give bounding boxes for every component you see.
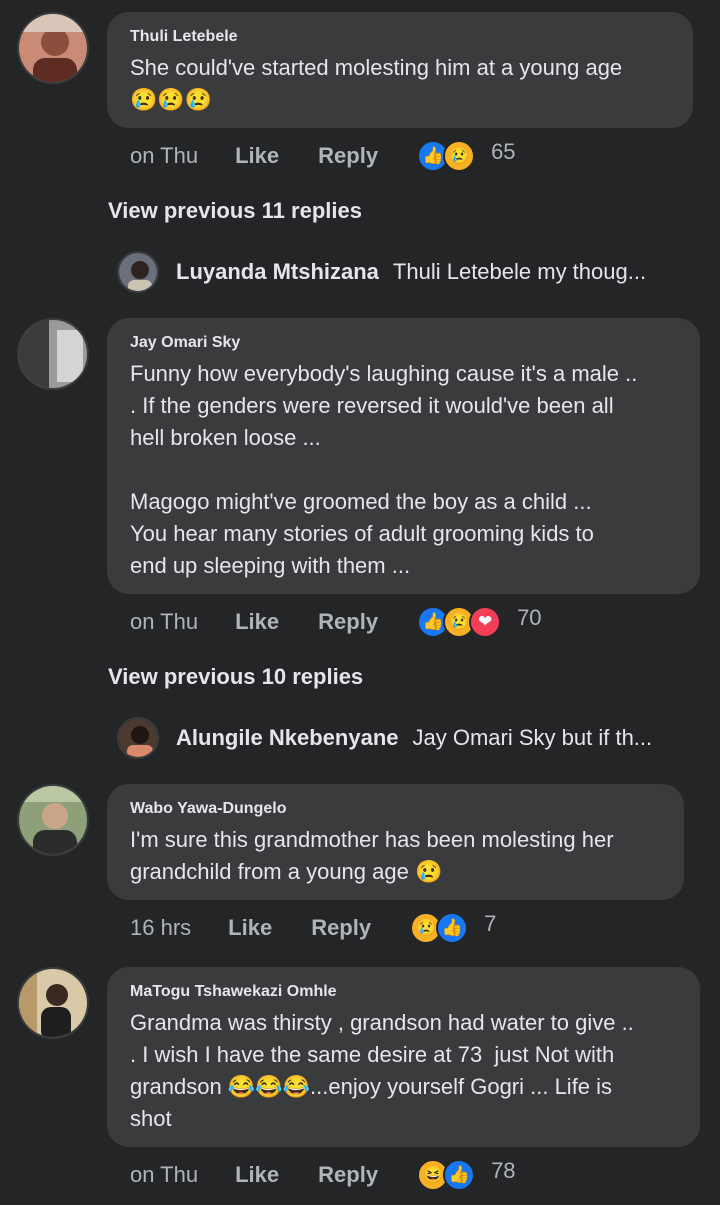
like-button[interactable]: Like xyxy=(235,609,279,635)
reply-button[interactable]: Reply xyxy=(318,1162,378,1188)
comment-author[interactable]: MaTogu Tshawekazi Omhle xyxy=(130,983,678,1001)
like-button[interactable]: Like xyxy=(235,143,279,169)
reaction-count: 7 xyxy=(484,911,497,936)
view-previous-replies[interactable]: View previous 10 replies xyxy=(108,664,363,690)
reactions-summary[interactable]: 😢 👍 xyxy=(410,912,469,944)
like-button[interactable]: Like xyxy=(228,915,272,941)
avatar[interactable] xyxy=(117,717,159,759)
comment-author[interactable]: Jay Omari Sky xyxy=(130,334,678,352)
view-previous-replies[interactable]: View previous 11 replies xyxy=(108,198,362,224)
avatar[interactable] xyxy=(17,967,89,1039)
reactions-summary[interactable]: 👍 😢 xyxy=(417,140,476,172)
reactions-summary[interactable]: 👍 😢 ❤ xyxy=(417,606,502,638)
timestamp[interactable]: on Thu xyxy=(130,143,198,169)
like-reaction-icon: 👍 xyxy=(443,1159,476,1191)
comment-text: She could've started molesting him at a … xyxy=(130,55,623,80)
reply-preview[interactable]: Luyanda Mtshizana Thuli Letebele my thou… xyxy=(117,251,646,293)
reply-author[interactable]: Luyanda Mtshizana xyxy=(176,259,379,285)
avatar[interactable] xyxy=(117,251,159,293)
timestamp[interactable]: 16 hrs xyxy=(130,915,191,941)
comment-author[interactable]: Thuli Letebele xyxy=(130,28,671,46)
reply-text: Thuli Letebele my thoug... xyxy=(392,259,647,284)
comment-text: Grandma was thirsty , grandson had water… xyxy=(130,1010,634,1131)
reply-author[interactable]: Alungile Nkebenyane xyxy=(176,725,399,751)
comment-actions: 16 hrs Like Reply 😢 👍 7 xyxy=(130,908,496,948)
reply-preview[interactable]: Alungile Nkebenyane Jay Omari Sky but if… xyxy=(117,717,652,759)
comment-emoji: 😢😢😢 xyxy=(130,87,213,112)
like-button[interactable]: Like xyxy=(235,1162,279,1188)
sad-reaction-icon: 😢 xyxy=(443,140,476,172)
timestamp[interactable]: on Thu xyxy=(130,1162,198,1188)
reply-button[interactable]: Reply xyxy=(311,915,371,941)
like-reaction-icon: 👍 xyxy=(436,912,469,944)
avatar[interactable] xyxy=(17,318,89,390)
comment-bubble: Jay Omari Sky Funny how everybody's laug… xyxy=(107,318,700,594)
reply-button[interactable]: Reply xyxy=(318,143,378,169)
reaction-count: 70 xyxy=(517,605,542,630)
avatar[interactable] xyxy=(17,12,89,84)
reaction-count: 78 xyxy=(491,1158,516,1183)
comment-actions: on Thu Like Reply 😆 👍 78 xyxy=(130,1155,516,1195)
reply-text: Jay Omari Sky but if th... xyxy=(412,725,653,750)
comment-bubble: MaTogu Tshawekazi Omhle Grandma was thir… xyxy=(107,967,700,1147)
timestamp[interactable]: on Thu xyxy=(130,609,198,635)
comment-bubble: Thuli Letebele She could've started mole… xyxy=(107,12,693,128)
comment-actions: on Thu Like Reply 👍 😢 ❤ 70 xyxy=(130,602,542,642)
avatar[interactable] xyxy=(17,784,89,856)
reply-button[interactable]: Reply xyxy=(318,609,378,635)
reactions-summary[interactable]: 😆 👍 xyxy=(417,1159,476,1191)
comment-text: Funny how everybody's laughing cause it'… xyxy=(130,361,638,578)
comment-text: I'm sure this grandmother has been moles… xyxy=(130,827,614,884)
love-reaction-icon: ❤ xyxy=(469,606,502,638)
comment-actions: on Thu Like Reply 👍 😢 65 xyxy=(130,136,516,176)
reaction-count: 65 xyxy=(491,139,516,164)
comment-author[interactable]: Wabo Yawa-Dungelo xyxy=(130,800,662,818)
comment-bubble: Wabo Yawa-Dungelo I'm sure this grandmot… xyxy=(107,784,684,900)
